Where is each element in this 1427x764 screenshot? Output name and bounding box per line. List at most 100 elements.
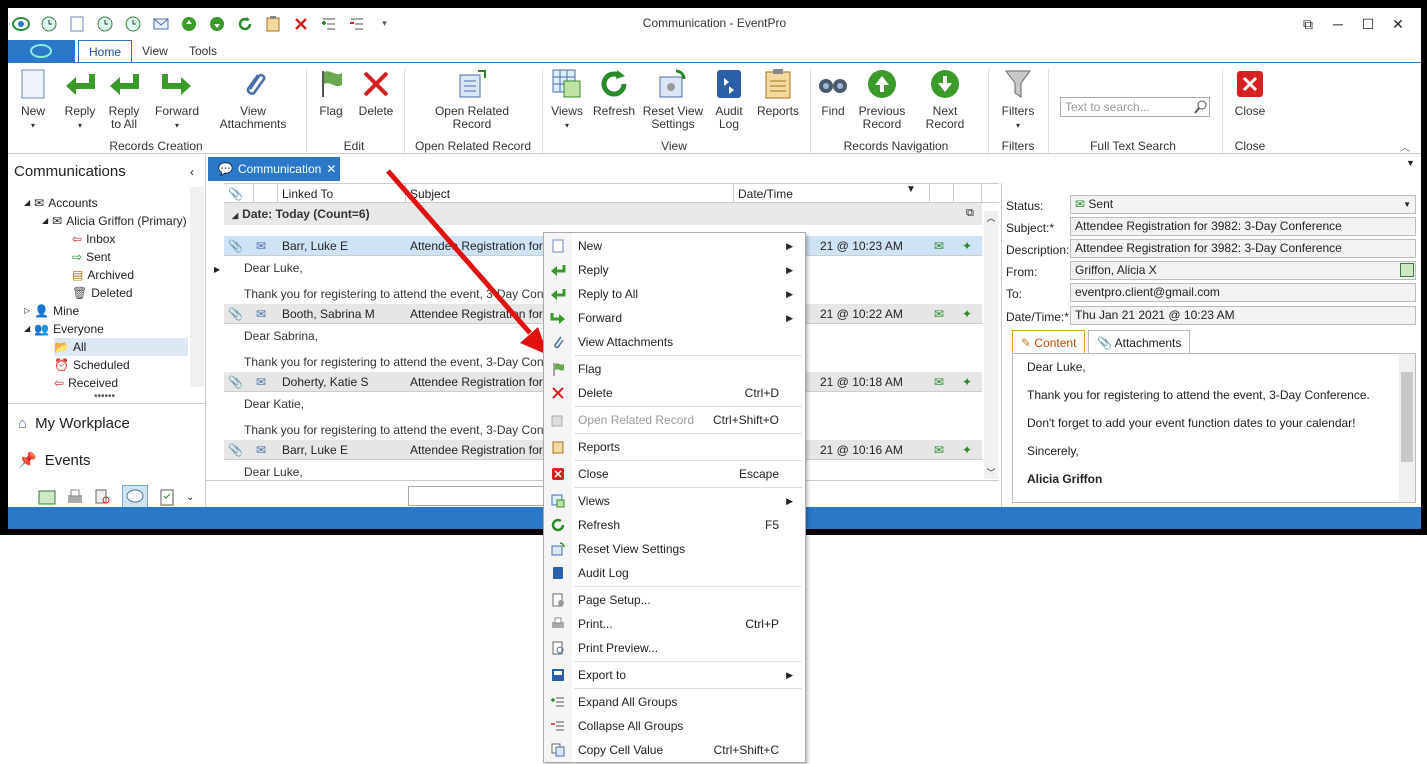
- menu-item-reset-view-settings[interactable]: Reset View Settings: [544, 537, 805, 561]
- full-text-search-input[interactable]: Text to search...: [1060, 97, 1210, 117]
- status-column-header[interactable]: [930, 184, 954, 204]
- menu-item-flag[interactable]: Flag: [544, 357, 805, 381]
- menu-item-close[interactable]: Close Escape: [544, 462, 805, 486]
- printer-icon[interactable]: [66, 488, 84, 506]
- tree-item-received[interactable]: ⇦ Received: [54, 374, 118, 392]
- menu-item-audit-log[interactable]: Audit Log: [544, 561, 805, 585]
- nav-events[interactable]: 📌 Events: [18, 451, 91, 470]
- previous-record-button[interactable]: Previous Record: [858, 67, 906, 131]
- menu-item-open-related-record[interactable]: Open Related Record Ctrl+Shift+O: [544, 408, 805, 432]
- tab-communication[interactable]: 💬 Communication ✕: [208, 157, 340, 181]
- app-menu-button[interactable]: [8, 40, 75, 62]
- menu-item-expand-all-groups[interactable]: Expand All Groups: [544, 690, 805, 714]
- reset-view-settings-button[interactable]: Reset View Settings: [642, 67, 704, 131]
- mail-icon: ✉: [256, 375, 267, 389]
- reply-all-button[interactable]: Reply to All: [107, 67, 141, 131]
- splitter-handle[interactable]: ••••••: [94, 391, 115, 402]
- menu-item-page-setup[interactable]: Page Setup...: [544, 588, 805, 612]
- menu-label: Copy Cell Value: [578, 743, 664, 757]
- views-button[interactable]: Views ▾: [548, 67, 586, 132]
- grid-scrollbar[interactable]: ︿ ﹀: [984, 211, 998, 479]
- menu-item-view-attachments[interactable]: View Attachments: [544, 330, 805, 354]
- menu-item-collapse-all-groups[interactable]: Collapse All Groups: [544, 714, 805, 738]
- audit-log-button[interactable]: Audit Log: [712, 67, 746, 131]
- nav-my-workplace[interactable]: ⌂ My Workplace: [18, 415, 130, 432]
- filters-button[interactable]: Filters ▾: [996, 67, 1040, 132]
- view-attachments-button[interactable]: View Attachments: [207, 67, 299, 131]
- tree-scrollbar[interactable]: [190, 187, 204, 387]
- menu-item-reply-all[interactable]: Reply to All ▶: [544, 282, 805, 306]
- content-scrollbar[interactable]: [1399, 354, 1415, 502]
- type-column-header[interactable]: [254, 184, 278, 204]
- menu-item-reply[interactable]: Reply ▶: [544, 258, 805, 282]
- tree-item-scheduled[interactable]: ⏰ Scheduled: [54, 356, 130, 374]
- menu-item-print-preview[interactable]: Print Preview...: [544, 636, 805, 660]
- datetime-header[interactable]: Date/Time: [734, 184, 930, 204]
- datetime-field[interactable]: Thu Jan 21 2021 @ 10:23 AM: [1070, 306, 1416, 325]
- menu-item-export-to[interactable]: Export to ▶: [544, 663, 805, 687]
- tree-item-inbox[interactable]: ⇦ Inbox: [72, 230, 115, 248]
- group-row[interactable]: ◢ Date: Today (Count=6): [224, 203, 982, 225]
- grid-find-input[interactable]: [408, 486, 548, 506]
- group-summary-icon[interactable]: ⧉: [966, 207, 974, 220]
- close-tab-icon[interactable]: ✕: [326, 162, 336, 176]
- to-field[interactable]: eventpro.client@gmail.com: [1070, 283, 1416, 302]
- tree-item-sent[interactable]: ⇨ Sent: [72, 248, 111, 266]
- page-setup-icon: [544, 588, 572, 612]
- menu-label: Expand All Groups: [578, 695, 678, 709]
- document-search-icon[interactable]: [94, 488, 112, 506]
- menu-item-reports[interactable]: Reports: [544, 435, 805, 459]
- restore-layout-icon[interactable]: ⧉: [1293, 12, 1323, 36]
- tree-item-all[interactable]: 📂 All: [54, 338, 188, 356]
- tab-home[interactable]: Home: [78, 40, 133, 62]
- content-editor[interactable]: Dear Luke, Thank you for registering to …: [1012, 353, 1416, 503]
- attachment-column-header[interactable]: 📎: [224, 184, 254, 204]
- folder-icon: 📂: [54, 340, 69, 354]
- reply-button[interactable]: Reply ▾: [60, 67, 100, 132]
- minimize-button[interactable]: ─: [1323, 12, 1353, 36]
- close-button[interactable]: Close: [1230, 67, 1270, 118]
- flag-button[interactable]: Flag: [314, 67, 348, 118]
- address-book-icon[interactable]: [1400, 263, 1414, 277]
- reports-button[interactable]: Reports: [755, 67, 801, 118]
- tree-item-accounts[interactable]: ◢ ✉ Accounts: [24, 194, 98, 212]
- menu-item-views[interactable]: Views ▶: [544, 489, 805, 513]
- collapse-pane-icon[interactable]: ‹: [190, 165, 194, 179]
- refresh-button[interactable]: Refresh: [593, 67, 635, 118]
- next-record-button[interactable]: Next Record: [912, 67, 978, 131]
- collapse-ribbon-icon[interactable]: ︿: [1400, 139, 1410, 154]
- menu-item-refresh[interactable]: Refresh F5: [544, 513, 805, 537]
- checklist-icon[interactable]: [158, 488, 176, 506]
- forward-button[interactable]: Forward ▾: [154, 67, 200, 132]
- tree-item-mine[interactable]: ▷ 👤 Mine: [24, 302, 79, 320]
- menu-item-copy-cell-value[interactable]: Copy Cell Value Ctrl+Shift+C: [544, 738, 805, 762]
- subject-field[interactable]: Attendee Registration for 3982: 3-Day Co…: [1070, 217, 1416, 236]
- maximize-button[interactable]: ☐: [1353, 12, 1383, 36]
- tree-item-deleted[interactable]: 🗑 Deleted: [72, 284, 133, 302]
- calendar-icon[interactable]: [38, 488, 56, 506]
- tab-content[interactable]: ✎ Content: [1012, 330, 1086, 354]
- from-field[interactable]: Griffon, Alicia X: [1070, 261, 1416, 280]
- find-button[interactable]: Find: [816, 67, 850, 118]
- tab-tools[interactable]: Tools: [179, 40, 227, 62]
- flag-column-header[interactable]: [954, 184, 982, 204]
- menu-item-forward[interactable]: Forward ▶: [544, 306, 805, 330]
- menu-item-print[interactable]: Print... Ctrl+P: [544, 612, 805, 636]
- status-field[interactable]: ✉ Sent ▼: [1070, 195, 1416, 214]
- delete-button[interactable]: Delete: [356, 67, 396, 118]
- menu-item-delete[interactable]: Delete Ctrl+D: [544, 381, 805, 405]
- tab-attachments[interactable]: 📎 Attachments: [1088, 330, 1191, 354]
- communication-nav-icon[interactable]: [122, 485, 148, 509]
- search-icon[interactable]: [1194, 99, 1208, 115]
- panel-menu-icon[interactable]: ▼: [1406, 158, 1415, 168]
- description-field[interactable]: Attendee Registration for 3982: 3-Day Co…: [1070, 239, 1416, 258]
- tab-view[interactable]: View: [132, 40, 178, 62]
- tree-item-account[interactable]: ◢ ✉ Alicia Griffon (Primary): [42, 212, 187, 230]
- tree-item-archived[interactable]: ▤ Archived: [72, 266, 134, 284]
- menu-item-new[interactable]: New ▶: [544, 234, 805, 258]
- more-nav-icon[interactable]: ⌄: [186, 492, 194, 503]
- new-button[interactable]: New ▾: [16, 67, 50, 132]
- open-related-record-button[interactable]: Open Related Record: [428, 67, 516, 131]
- close-window-button[interactable]: ✕: [1383, 12, 1413, 36]
- tree-item-everyone[interactable]: ◢ 👥 Everyone: [24, 320, 104, 338]
